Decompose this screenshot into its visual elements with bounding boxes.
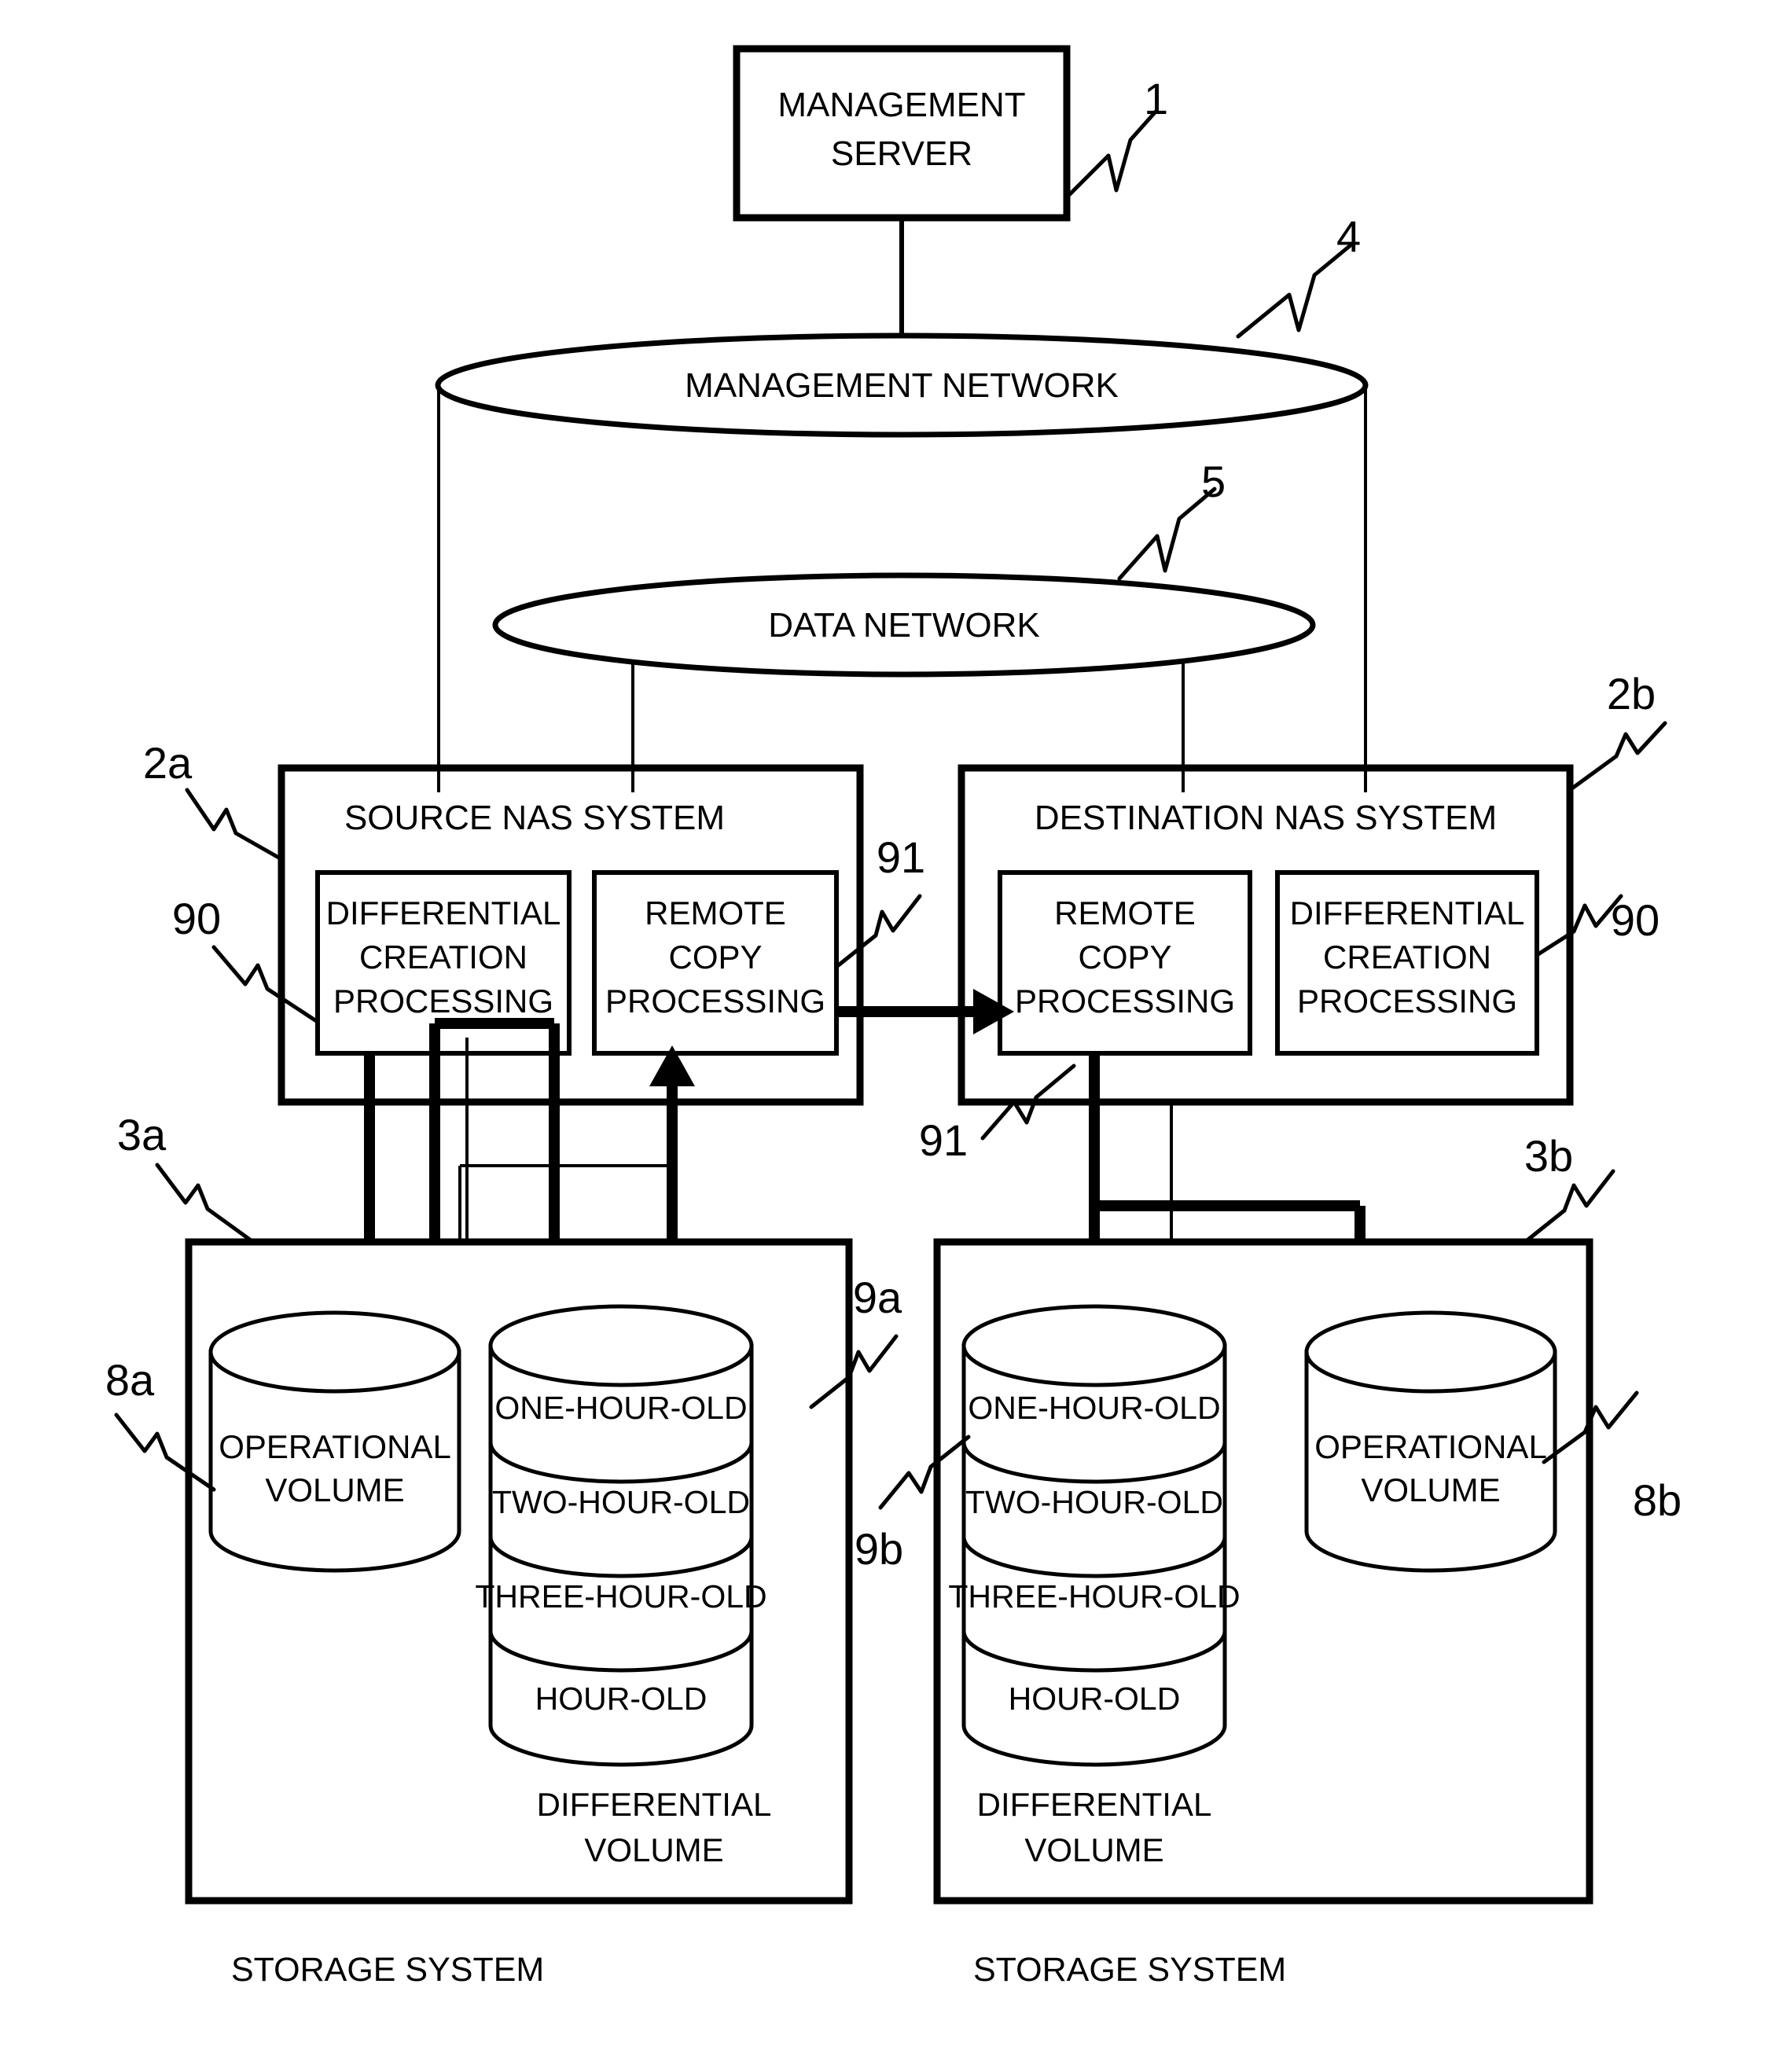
destination-nas-title: DESTINATION NAS SYSTEM: [1035, 799, 1497, 837]
data-network-node[interactable]: DATA NETWORK: [492, 572, 1316, 792]
ref-2b-leader: 2b: [1568, 669, 1667, 792]
destination-nas-system-node[interactable]: DESTINATION NAS SYSTEM REMOTE COPY PROCE…: [958, 764, 1574, 1106]
source-diffvol-top-ellipse: [488, 1304, 754, 1387]
source-remote-copy-module[interactable]: REMOTE COPY PROCESSING: [592, 870, 839, 1056]
ref-8a-number: 8a: [105, 1355, 155, 1405]
ref-9b-number: 9b: [855, 1524, 903, 1574]
destination-differential-volume-cylinder[interactable]: ONE-HOUR-OLD TWO-HOUR-OLD THREE-HOUR-OLD…: [948, 1304, 1241, 1767]
source-differential-volume-cylinder[interactable]: ONE-HOUR-OLD TWO-HOUR-OLD THREE-HOUR-OLD…: [475, 1304, 767, 1767]
management-server-label-line2: SERVER: [831, 134, 972, 173]
source-nas-title: SOURCE NAS SYSTEM: [344, 799, 725, 837]
ref-90-source-number: 90: [172, 894, 221, 943]
destination-diffvol-caption-line1: DIFFERENTIAL: [977, 1786, 1212, 1823]
destination-differential-creation-module[interactable]: DIFFERENTIAL CREATION PROCESSING: [1275, 870, 1539, 1056]
ref-2b-number: 2b: [1607, 669, 1656, 718]
dest-remotecopy-line3: PROCESSING: [1015, 983, 1235, 1019]
ref-1-leader: 1: [1067, 74, 1168, 197]
dest-diffcreate-line1: DIFFERENTIAL: [1290, 895, 1525, 931]
source-nas-system-node[interactable]: SOURCE NAS SYSTEM DIFFERENTIAL CREATION …: [278, 764, 864, 1106]
destination-storage-system-node[interactable]: ONE-HOUR-OLD TWO-HOUR-OLD THREE-HOUR-OLD…: [933, 1238, 1593, 1905]
source-opvol-line2: VOLUME: [265, 1471, 404, 1508]
management-network-node[interactable]: MANAGEMENT NETWORK: [435, 332, 1369, 792]
ref-9a-number: 9a: [853, 1273, 902, 1322]
source-diffvol-segment-2: THREE-HOUR-OLD: [475, 1578, 766, 1615]
source-storage-system-node[interactable]: OPERATIONAL VOLUME ONE-HOUR-OLD TWO-HOUR…: [185, 1238, 853, 1905]
destination-diffvol-caption-line2: VOLUME: [1024, 1831, 1163, 1868]
source-diffcreate-line2: CREATION: [359, 939, 527, 975]
destination-opvol-top-ellipse: [1304, 1310, 1557, 1394]
destination-diffvol-segment-3: HOUR-OLD: [1009, 1681, 1181, 1717]
source-diffcreate-line1: DIFFERENTIAL: [326, 895, 561, 931]
ref-3b-number: 3b: [1524, 1131, 1573, 1181]
management-network-label: MANAGEMENT NETWORK: [685, 366, 1119, 405]
destination-diffvol-top-ellipse: [961, 1304, 1227, 1387]
ref-2a-leader: 2a: [143, 738, 284, 861]
source-operational-volume-cylinder[interactable]: OPERATIONAL VOLUME: [208, 1310, 461, 1573]
ref-1-number: 1: [1144, 74, 1168, 123]
source-remotecopy-line2: COPY: [668, 939, 762, 975]
destination-diffvol-segment-1: TWO-HOUR-OLD: [965, 1484, 1223, 1520]
patent-diagram: MANAGEMENT SERVER 1 MANAGEMENT NETWORK 4…: [105, 45, 1682, 1989]
ref-90-destination-number: 90: [1611, 895, 1660, 945]
ref-3a-number: 3a: [117, 1110, 167, 1159]
destination-diffvol-segment-0: ONE-HOUR-OLD: [968, 1390, 1220, 1426]
dest-diffcreate-line2: CREATION: [1323, 939, 1491, 975]
source-diffvol-segment-0: ONE-HOUR-OLD: [494, 1390, 747, 1426]
source-remotecopy-line3: PROCESSING: [605, 983, 825, 1019]
source-remotecopy-line1: REMOTE: [645, 895, 786, 931]
destination-operational-volume-cylinder[interactable]: OPERATIONAL VOLUME: [1304, 1310, 1557, 1573]
ref-4-leader: 4: [1236, 211, 1361, 339]
ref-3b-leader: 3b: [1523, 1131, 1615, 1244]
source-diffvol-segment-1: TWO-HOUR-OLD: [492, 1484, 750, 1520]
destination-diffvol-segment-2: THREE-HOUR-OLD: [948, 1578, 1240, 1615]
ref-8b-number: 8b: [1633, 1475, 1682, 1525]
source-diffcreate-line3: PROCESSING: [333, 983, 553, 1019]
management-server-label-line1: MANAGEMENT: [777, 86, 1025, 124]
ref-91-source-number: 91: [877, 832, 925, 882]
dest-remotecopy-line2: COPY: [1078, 939, 1171, 975]
dest-remotecopy-line1: REMOTE: [1054, 895, 1196, 931]
source-opvol-line1: OPERATIONAL: [219, 1428, 451, 1465]
ref-5-number: 5: [1201, 457, 1226, 506]
source-diffvol-caption-line1: DIFFERENTIAL: [537, 1786, 772, 1823]
ref-2a-number: 2a: [143, 738, 193, 788]
destination-remote-copy-module[interactable]: REMOTE COPY PROCESSING: [998, 870, 1252, 1056]
management-server-box: [733, 45, 1071, 222]
source-storage-system-label: STORAGE SYSTEM: [231, 1951, 544, 1989]
dest-diffcreate-line3: PROCESSING: [1297, 983, 1517, 1019]
destination-opvol-line2: VOLUME: [1361, 1471, 1500, 1508]
source-diffvol-caption-line2: VOLUME: [584, 1831, 723, 1868]
management-server-node[interactable]: MANAGEMENT SERVER: [733, 45, 1071, 222]
source-opvol-top-ellipse: [208, 1310, 461, 1394]
data-network-label: DATA NETWORK: [768, 606, 1040, 645]
source-diffvol-segment-3: HOUR-OLD: [535, 1681, 708, 1717]
ref-5-leader: 5: [1117, 457, 1226, 581]
destination-opvol-line1: OPERATIONAL: [1314, 1428, 1547, 1465]
ref-4-number: 4: [1336, 211, 1361, 261]
ref-3a-leader: 3a: [117, 1110, 255, 1244]
destination-storage-system-label: STORAGE SYSTEM: [973, 1951, 1286, 1989]
ref-91-destination-number: 91: [919, 1115, 968, 1165]
figure-canvas: MANAGEMENT SERVER 1 MANAGEMENT NETWORK 4…: [0, 0, 1768, 2072]
